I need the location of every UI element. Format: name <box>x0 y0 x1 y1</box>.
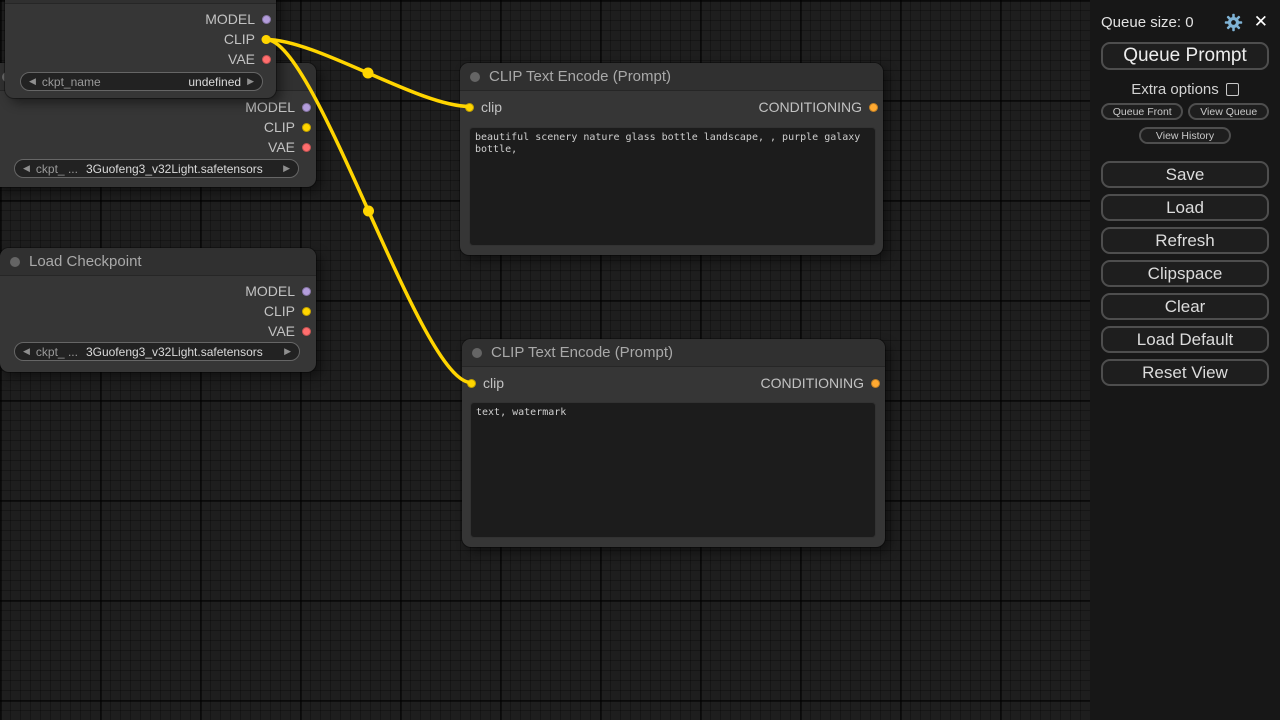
output-slot-vae: VAE <box>0 137 316 157</box>
comfy-menu: Queue size: 0 ✕ Queue Prompt <box>1090 0 1280 720</box>
output-slot-clip: CLIP <box>0 117 316 137</box>
widget-value: 3Guofeng3_v32Light.safetensors <box>84 345 278 359</box>
prev-arrow-icon[interactable]: ◀ <box>23 342 30 361</box>
output-label: MODEL <box>245 99 295 115</box>
node-title-bar[interactable]: CLIP Text Encode (Prompt) <box>460 63 883 91</box>
load-default-button[interactable]: Load Default <box>1101 326 1269 353</box>
output-label: CLIP <box>224 31 255 47</box>
vae-output-dot[interactable] <box>262 55 271 64</box>
slot-row: clip CONDITIONING <box>460 97 883 117</box>
output-label: CLIP <box>264 119 295 135</box>
widget-label: ckpt_ ... <box>36 162 78 176</box>
clip-input-dot[interactable] <box>465 103 474 112</box>
prev-arrow-icon[interactable]: ◀ <box>23 159 30 178</box>
output-label: MODEL <box>205 11 255 27</box>
extra-options-label: Extra options <box>1131 81 1219 98</box>
next-arrow-icon[interactable]: ▶ <box>283 159 290 178</box>
vae-output-dot[interactable] <box>302 143 311 152</box>
output-label: CONDITIONING <box>761 375 864 391</box>
output-label: VAE <box>268 323 295 339</box>
next-arrow-icon[interactable]: ▶ <box>247 72 254 91</box>
output-label: CLIP <box>264 303 295 319</box>
output-label: VAE <box>268 139 295 155</box>
node-clip-text-encode-negative[interactable]: CLIP Text Encode (Prompt) clip CONDITION… <box>462 339 885 547</box>
node-status-dot <box>10 257 20 267</box>
model-output-dot[interactable] <box>302 287 311 296</box>
output-slot-model: MODEL <box>0 281 316 301</box>
node-title-bar[interactable] <box>5 0 276 4</box>
output-slot-model: MODEL <box>0 97 316 117</box>
settings-gear-icon[interactable] <box>1224 12 1244 32</box>
output-label: VAE <box>228 51 255 67</box>
next-arrow-icon[interactable]: ▶ <box>284 342 291 361</box>
clip-output-dot[interactable] <box>262 35 271 44</box>
prev-arrow-icon[interactable]: ◀ <box>29 72 36 91</box>
clear-button[interactable]: Clear <box>1101 293 1269 320</box>
output-slot-model: MODEL <box>5 9 276 29</box>
widget-value: undefined <box>107 75 241 89</box>
output-slot-vae: VAE <box>0 321 316 341</box>
input-label: clip <box>483 375 504 391</box>
view-queue-button[interactable]: View Queue <box>1188 103 1269 120</box>
node-title: CLIP Text Encode (Prompt) <box>491 344 673 361</box>
widget-label: ckpt_ ... <box>36 345 78 359</box>
model-output-dot[interactable] <box>262 15 271 24</box>
ckpt-name-widget[interactable]: ◀ ckpt_ ... 3Guofeng3_v32Light.safetenso… <box>14 342 300 361</box>
node-status-dot <box>470 72 480 82</box>
queue-size-label: Queue size: 0 <box>1101 14 1194 31</box>
conditioning-output-dot[interactable] <box>869 103 878 112</box>
clipspace-button[interactable]: Clipspace <box>1101 260 1269 287</box>
prompt-textarea[interactable]: text, watermark <box>470 402 876 538</box>
queue-prompt-button[interactable]: Queue Prompt <box>1101 42 1269 70</box>
prompt-textarea[interactable]: beautiful scenery nature glass bottle la… <box>469 127 876 246</box>
node-title: CLIP Text Encode (Prompt) <box>489 68 671 85</box>
model-output-dot[interactable] <box>302 103 311 112</box>
input-label: clip <box>481 99 502 115</box>
node-load-checkpoint[interactable]: Load Checkpoint MODEL CLIP VAE ◀ ckpt_ .… <box>0 248 316 372</box>
load-button[interactable]: Load <box>1101 194 1269 221</box>
node-title: Load Checkpoint <box>29 253 142 270</box>
node-load-checkpoint-partial[interactable]: MODEL CLIP VAE ◀ ckpt_name undefined ▶ <box>5 0 276 98</box>
output-slot-vae: VAE <box>5 49 276 69</box>
output-slot-clip: CLIP <box>5 29 276 49</box>
ckpt-name-widget[interactable]: ◀ ckpt_ ... 3Guofeng3_v32Light.safetenso… <box>14 159 299 178</box>
output-slot-clip: CLIP <box>0 301 316 321</box>
node-title-bar[interactable]: Load Checkpoint <box>0 248 316 276</box>
slot-row: clip CONDITIONING <box>462 373 885 393</box>
reset-view-button[interactable]: Reset View <box>1101 359 1269 386</box>
node-status-dot <box>472 348 482 358</box>
output-label: MODEL <box>245 283 295 299</box>
output-label: CONDITIONING <box>759 99 862 115</box>
widget-value: 3Guofeng3_v32Light.safetensors <box>84 162 277 176</box>
ckpt-name-widget[interactable]: ◀ ckpt_name undefined ▶ <box>20 72 263 91</box>
node-title-bar[interactable]: CLIP Text Encode (Prompt) <box>462 339 885 367</box>
clip-output-dot[interactable] <box>302 123 311 132</box>
conditioning-output-dot[interactable] <box>871 379 880 388</box>
queue-front-button[interactable]: Queue Front <box>1101 103 1183 120</box>
node-clip-text-encode-positive[interactable]: CLIP Text Encode (Prompt) clip CONDITION… <box>460 63 883 255</box>
vae-output-dot[interactable] <box>302 327 311 336</box>
clip-input-dot[interactable] <box>467 379 476 388</box>
close-icon[interactable]: ✕ <box>1253 12 1269 32</box>
widget-label: ckpt_name <box>42 75 101 89</box>
extra-options-checkbox[interactable] <box>1226 83 1239 96</box>
save-button[interactable]: Save <box>1101 161 1269 188</box>
clip-output-dot[interactable] <box>302 307 311 316</box>
view-history-button[interactable]: View History <box>1139 127 1231 144</box>
refresh-button[interactable]: Refresh <box>1101 227 1269 254</box>
